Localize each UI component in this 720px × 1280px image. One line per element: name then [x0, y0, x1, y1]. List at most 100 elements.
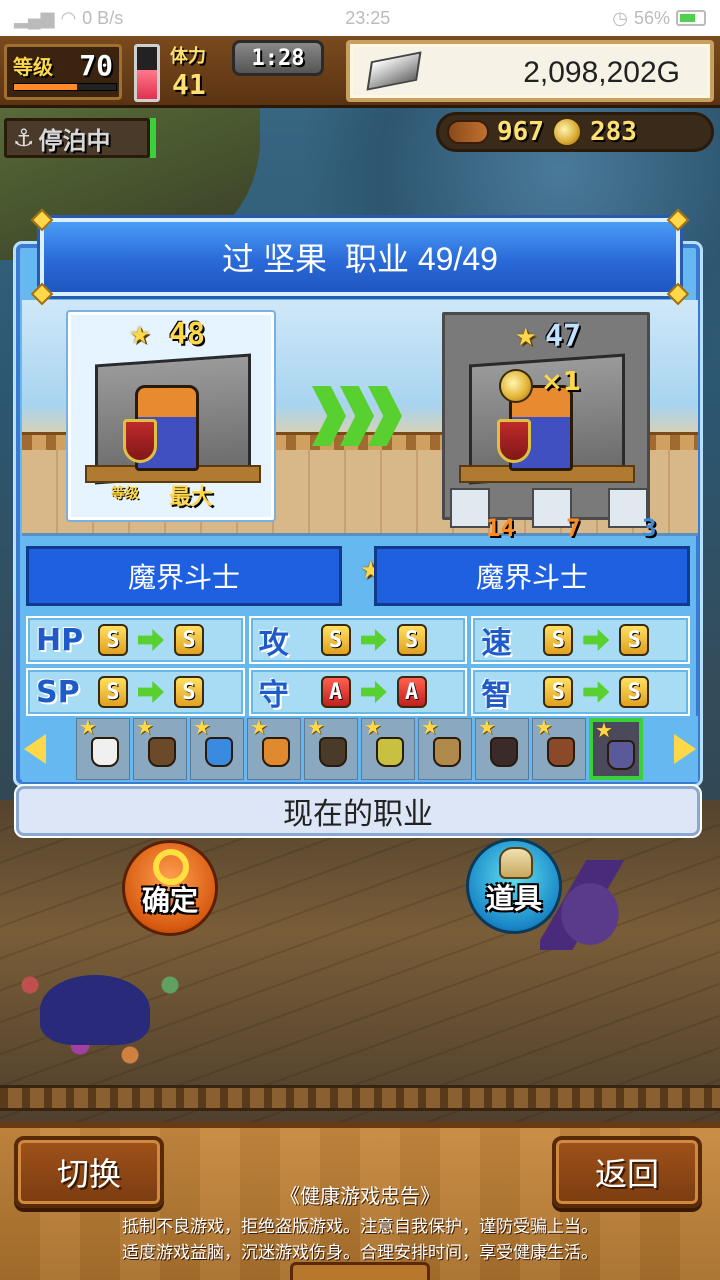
- star-icon: ★: [364, 715, 382, 739]
- status-bar: ▂▄▆ ◠ 0 B/s 23:25 ◷ 56%: [0, 0, 720, 36]
- job-slot[interactable]: ★: [76, 715, 130, 780]
- star-icon: ★: [535, 715, 553, 739]
- job-slot[interactable]: ★: [532, 715, 586, 780]
- stamina-fill: [137, 70, 157, 99]
- stat-grade-from: S: [98, 676, 128, 708]
- arrow-icon: [360, 629, 387, 651]
- stat-name: SP: [36, 674, 80, 710]
- arrow-icon: [138, 681, 164, 703]
- coin-multiplier: ×1: [541, 367, 581, 397]
- job-slot[interactable]: ★: [475, 715, 529, 780]
- character-portrait: [319, 737, 347, 767]
- wifi-icon: ◠: [60, 7, 77, 28]
- level-progress-bar: [13, 83, 117, 91]
- stat-grade-to: S: [396, 624, 427, 656]
- level-max-label: 等级: [111, 486, 139, 502]
- wood-icon: [447, 120, 489, 144]
- stat-row: 攻SS: [248, 616, 468, 664]
- star-icon: ★: [129, 321, 151, 349]
- level-value: 70: [79, 49, 113, 82]
- job-items: 14 7 3: [444, 484, 674, 544]
- health-notice-line: 适度游戏益脑，沉迷游戏伤身。合理安排时间，享受健康生活。: [122, 1243, 598, 1262]
- job-slot[interactable]: ★: [190, 715, 244, 780]
- sword-count: 14: [486, 514, 515, 542]
- confirm-label: 确定: [141, 884, 198, 917]
- circle-icon: [153, 849, 189, 885]
- prev-arrow-button[interactable]: [24, 734, 46, 764]
- stat-name: 智: [481, 678, 512, 713]
- stat-grade-from: S: [98, 624, 128, 656]
- bag-icon: [499, 847, 533, 879]
- arrow-icon: [583, 681, 610, 703]
- stat-row: 守AA: [248, 668, 468, 716]
- character-portrait: [547, 737, 575, 767]
- confirm-button[interactable]: 确定: [122, 840, 218, 936]
- new-rank: 47: [545, 319, 582, 354]
- clock: 23:25: [345, 7, 391, 28]
- character-portrait: [376, 737, 404, 767]
- star-icon: ★: [421, 715, 439, 739]
- stat-comparison: HP S S 攻 S S 速 S S SP S S 守 A A 智 S S: [26, 616, 690, 716]
- character-portrait: [607, 740, 635, 770]
- stat-grade-to: S: [174, 624, 204, 656]
- star-icon: ★: [515, 323, 537, 351]
- arrow-icon: [138, 629, 164, 651]
- medal-coin-icon: [551, 117, 582, 147]
- current-job-room: ★ 48 等级 最大: [68, 312, 274, 520]
- dock-status-label: 停泊中: [38, 126, 111, 155]
- stat-name: 攻: [258, 626, 289, 661]
- job-slot[interactable]: ★: [304, 715, 358, 780]
- character-portrait: [205, 737, 233, 767]
- idea-count: 7: [566, 514, 581, 542]
- star-icon: ★: [193, 715, 211, 739]
- job-slot[interactable]: ★: [247, 715, 301, 780]
- network-speed: 0 B/s: [82, 7, 124, 28]
- character-portrait: [148, 737, 176, 767]
- stat-name: 速: [481, 626, 512, 661]
- sword-icon: [450, 488, 490, 528]
- star-icon: ★: [79, 715, 97, 739]
- resource-bar: 967 283: [436, 112, 714, 152]
- character-portrait: [262, 737, 290, 767]
- change-arrows: [312, 386, 402, 446]
- stamina-gauge: [134, 44, 160, 102]
- arrow-icon: [583, 629, 610, 651]
- battery-percent: 56%: [633, 7, 670, 28]
- gold-value: 2,098,202G: [523, 56, 680, 89]
- level-progress-fill: [14, 84, 78, 90]
- stat-name: HP: [36, 622, 84, 658]
- stamina-timer: 1:28: [232, 40, 324, 76]
- character-portrait: [433, 737, 461, 767]
- stat-grade-to: S: [619, 676, 650, 708]
- items-button[interactable]: 道具: [466, 838, 562, 934]
- health-notice-title: 《健康游戏忠告》: [280, 1186, 440, 1208]
- job-slot[interactable]: ★: [361, 715, 415, 780]
- level-box: 等级 70: [4, 44, 122, 100]
- current-job-name: 魔界斗士: [26, 546, 342, 606]
- shield-icon: [497, 419, 531, 463]
- deck-railing: [0, 1085, 720, 1111]
- alarm-icon: ◷: [612, 7, 628, 28]
- next-arrow-button[interactable]: [674, 734, 696, 764]
- battery-icon: [676, 10, 706, 26]
- stat-row: 速SS: [471, 616, 690, 664]
- dock-status-button[interactable]: ⚓ 停泊中: [4, 118, 150, 158]
- star-icon: ★: [307, 715, 325, 739]
- wood-value: 967: [497, 117, 544, 147]
- star-icon: ★: [136, 715, 154, 739]
- dock-indicator: [150, 118, 156, 158]
- stat-grade-to: S: [174, 676, 204, 708]
- stat-grade-from: S: [543, 676, 574, 708]
- character-portrait: [91, 737, 119, 767]
- stat-grade-to: A: [396, 676, 427, 708]
- current-job-indicator: 现在的职业: [16, 786, 700, 836]
- job-slot[interactable]: ★: [589, 718, 643, 780]
- star-icon: ★: [478, 715, 496, 739]
- stamina-label: 体力: [170, 46, 206, 67]
- job-slot[interactable]: ★: [133, 715, 187, 780]
- job-slot[interactable]: ★: [418, 715, 472, 780]
- stat-grade-from: S: [543, 624, 574, 656]
- staff-count: 3: [642, 514, 657, 542]
- menu-tab[interactable]: [290, 1262, 430, 1280]
- health-notice-line: 抵制不良游戏，拒绝盗版游戏。注意自我保护，谨防受骗上当。: [122, 1217, 598, 1236]
